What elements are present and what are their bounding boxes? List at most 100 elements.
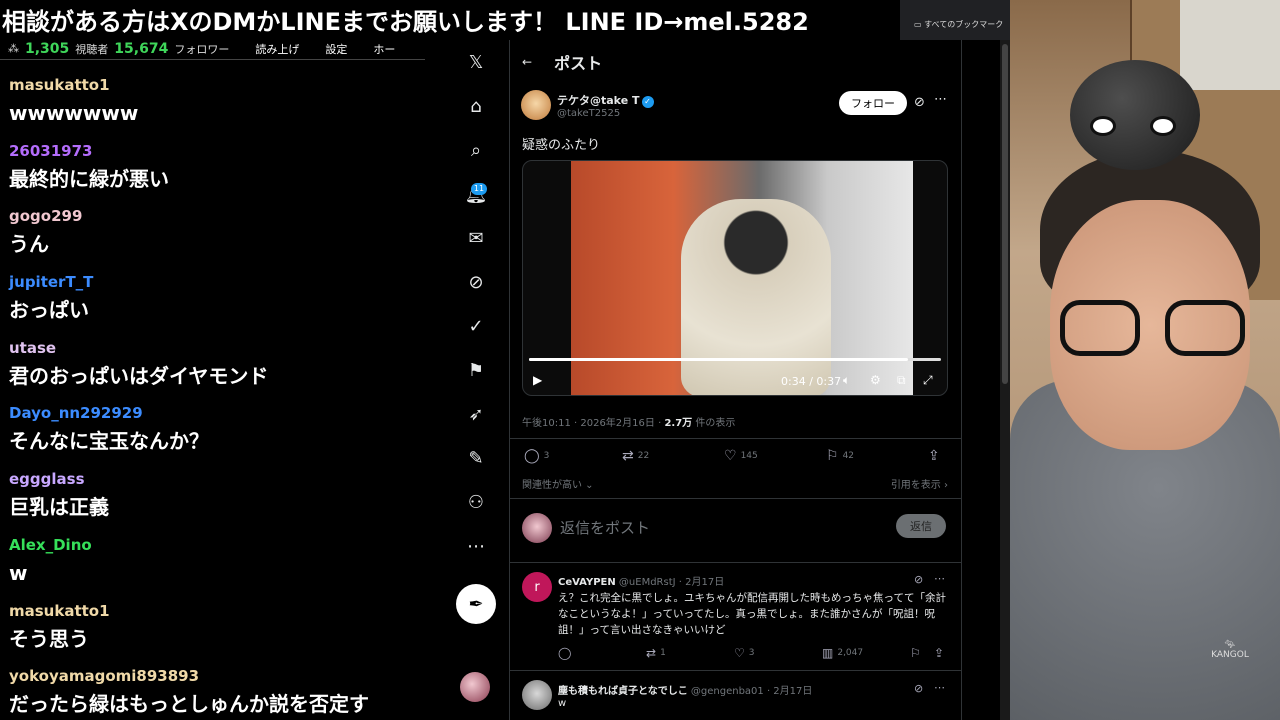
masked-person [681,199,831,395]
overlay-banner: 相談がある方はXのDMかLINEまでお願いします！ LINE ID→mel.52… [2,8,809,36]
grok-explain-icon[interactable]: ⊘ [914,682,923,695]
folder-icon: ▭ [914,20,925,29]
comment-views[interactable]: ▥ 2,047 [822,646,863,660]
profile-icon[interactable]: ⚇ [464,490,488,514]
grok-explain-icon[interactable]: ⊘ [914,95,925,110]
follower-label: フォロワー [174,42,230,56]
grok-explain-icon[interactable]: ⊘ [914,573,923,586]
more-icon[interactable]: ⋯ [464,534,488,558]
comment-repost-action[interactable]: ⇄ 1 [646,646,666,660]
settings-link[interactable]: 設定 [325,41,347,57]
video-settings-icon[interactable]: ⚙ [870,373,881,387]
video-scrubber[interactable] [529,358,941,361]
chat-username[interactable]: masukatto1 [9,600,440,622]
repost-icon: ⇄ [646,646,657,660]
author-name[interactable]: テケタ@take T ✓ [557,92,654,108]
video-player[interactable]: ▶ 0:34 / 0:37 🔈︎ ⚙ ⧉ ⤢ [522,160,948,396]
live-chat-panel: ⁂ 1,305 視聴者 15,674 フォロワー 読み上げ 設定 ホー masu… [0,0,440,720]
share-action[interactable]: ⇪ [928,448,940,464]
repost-action[interactable]: ⇄ 22 [622,448,649,464]
repost-icon: ⇄ [622,448,634,464]
chat-username[interactable]: eggglass [9,468,440,490]
like-action[interactable]: ♡ 145 [724,448,758,464]
chat-username[interactable]: jupiterT_T [9,271,440,293]
follow-button[interactable]: フォロー [839,91,907,115]
compose-post-button[interactable]: ✒ [456,584,496,624]
chat-username[interactable]: yokoyamagomi893893 [9,665,440,687]
heart-icon: ♡ [724,448,737,464]
x-browser-window: 𝕏 ⌂ ⌕ 🔔︎ 11 ✉ ⊘ ✓ ⚑ ➶ ✎ ⚇ ⋯ ✒ ← ポスト テケタ@… [440,40,1010,720]
chat-message: 26031973 最終的に緑が悪い [0,140,440,206]
chat-text: w [9,560,28,585]
chat-username[interactable]: 26031973 [9,140,440,162]
x-nav-rail: 𝕏 ⌂ ⌕ 🔔︎ 11 ✉ ⊘ ✓ ⚑ ➶ ✎ ⚇ ⋯ ✒ [440,40,510,720]
post-meta: 午後10:11 · 2026年2月16日 · 2.7万 件の表示 [522,418,736,429]
home-icon[interactable]: ⌂ [464,94,488,118]
rocket-icon[interactable]: ➶ [464,402,488,426]
chat-username[interactable]: gogo299 [9,205,440,227]
chat-username[interactable]: Alex_Dino [9,534,440,556]
analytics-icon: ▥ [822,646,834,660]
comment-author[interactable]: CeVAYPEN [558,577,616,588]
page-scrollbar[interactable] [1000,40,1010,720]
reply-sort-row: 関連性が高い ⌄ 引用を表示 › [522,476,948,491]
comment-more-icon[interactable]: ⋯ [934,681,945,694]
home-link[interactable]: ホー [373,41,395,57]
stream-screen: ⁂ 1,305 視聴者 15,674 フォロワー 読み上げ 設定 ホー masu… [0,0,1280,720]
chat-text: 最終的に緑が悪い [9,166,169,191]
mail-icon[interactable]: ✉ [464,226,488,250]
post-text: 疑惑のふたり [522,138,601,153]
pip-icon[interactable]: ⧉ [897,373,906,388]
chat-username[interactable]: utase [9,337,440,359]
chat-text: そう思う [9,626,89,651]
comment-like-action[interactable]: ♡ 3 [734,646,755,660]
kangol-logo: 🦘︎ KANGOL [1211,640,1249,660]
sort-dropdown[interactable]: 関連性が高い ⌄ [522,480,594,491]
comment-avatar[interactable] [522,680,552,710]
post-more-icon[interactable]: ⋯ [934,92,947,107]
author-avatar[interactable] [521,90,551,120]
fullscreen-icon[interactable]: ⤢ [923,373,933,388]
comment-bookmark-action[interactable]: ⚐ [910,646,921,660]
comment-reply-action[interactable]: ◯ [558,646,571,660]
chat-message: jupiterT_T おっぱい [0,271,440,337]
play-icon[interactable]: ▶ [533,373,542,387]
author-handle[interactable]: @takeT2525 [557,108,620,119]
view-count: 2.7万 [664,418,693,429]
comment-avatar[interactable]: r [522,572,552,602]
account-avatar[interactable] [460,672,490,702]
post-title: ポスト [554,54,603,73]
post-actions: ◯ 3 ⇄ 22 ♡ 145 ⚐ 42 ⇪ [522,444,952,474]
comment-author[interactable]: 塵も積もれば貞子となでしこ [558,686,688,697]
bookmark-action[interactable]: ⚐ 42 [826,448,854,464]
bookmark-icon[interactable]: ⚑ [464,358,488,382]
chat-username[interactable]: Dayo_nn292929 [9,402,440,424]
chat-text: 巨乳は正義 [9,495,109,520]
heart-icon: ♡ [734,646,745,660]
search-icon[interactable]: ⌕ [464,138,488,162]
reply-submit-button[interactable]: 返信 [896,514,946,538]
chat-username[interactable]: masukatto1 [9,74,440,96]
comment-share-action[interactable]: ⇪ [934,646,944,660]
divider [510,670,962,671]
chat-message: utase 君のおっぱいはダイヤモンド [0,337,440,403]
bookmark-outline-icon: ⚐ [910,646,921,660]
volume-icon[interactable]: 🔈︎ [843,373,850,388]
scrollbar-thumb[interactable] [1002,44,1008,384]
reply-action[interactable]: ◯ 3 [524,448,549,464]
viewer-count: 1,305 [25,40,70,57]
edit-icon[interactable]: ✎ [464,446,488,470]
read-aloud-link[interactable]: 読み上げ [255,41,299,57]
reply-input[interactable] [560,516,860,540]
share-icon: ⇪ [928,448,940,464]
verified-icon[interactable]: ✓ [464,314,488,338]
view-quotes-link[interactable]: 引用を表示 › [891,476,948,491]
x-logo-icon[interactable]: 𝕏 [464,50,488,74]
chat-message: masukatto1 wwwwwww [0,74,440,140]
all-bookmarks-button[interactable]: ▭ すべてのブックマーク [914,19,1003,30]
chat-message: yokoyamagomi893893 だったら緑はもっとしゅんか説を否定す [0,665,440,720]
divider [510,498,962,499]
comment-more-icon[interactable]: ⋯ [934,572,945,585]
grok-icon[interactable]: ⊘ [464,270,488,294]
back-arrow-icon[interactable]: ← [522,55,532,69]
